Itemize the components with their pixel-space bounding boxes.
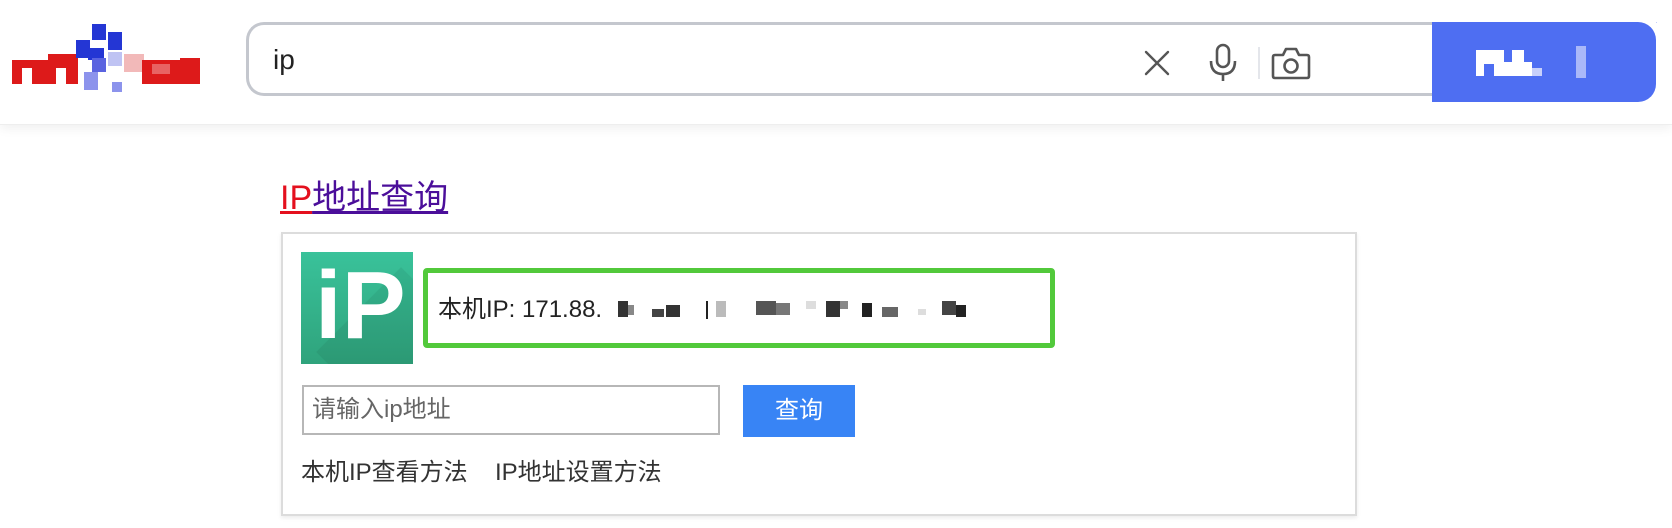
redacted-ip-info xyxy=(618,301,966,319)
search-box xyxy=(246,22,1432,96)
baidu-logo[interactable] xyxy=(12,24,200,96)
search-button[interactable]: 百度一下 xyxy=(1432,22,1657,102)
ip-logo-text: iP xyxy=(315,252,406,359)
query-button[interactable]: 查询 xyxy=(743,385,855,437)
top-bar: 百度一下 xyxy=(0,0,1672,125)
result-title-text: 地址查询 xyxy=(312,179,449,217)
result-title-highlight: IP xyxy=(280,179,313,217)
search-divider xyxy=(1258,47,1260,79)
ip-setting-method-link[interactable]: IP地址设置方法 xyxy=(495,458,662,488)
result-title-link[interactable]: IP地址查询 xyxy=(280,176,448,220)
microphone-icon[interactable] xyxy=(1203,43,1243,83)
local-ip-method-link[interactable]: 本机IP查看方法 xyxy=(301,458,468,488)
close-icon[interactable] xyxy=(1137,43,1177,83)
ip-lookup-card: iP 本机IP: 171.88. 查询 本机IP查看方法 IP地址设置方法 xyxy=(281,232,1357,516)
search-button-glyph xyxy=(1476,46,1586,78)
ip-logo: iP xyxy=(301,252,413,364)
search-button-label: 百度一下 xyxy=(1656,22,1657,23)
local-ip-text: 本机IP: 171.88. xyxy=(438,296,603,323)
camera-icon[interactable] xyxy=(1271,43,1311,83)
ip-address-input[interactable] xyxy=(302,385,720,435)
local-ip-box: 本机IP: 171.88. xyxy=(423,268,1055,348)
search-input[interactable] xyxy=(273,39,1133,81)
